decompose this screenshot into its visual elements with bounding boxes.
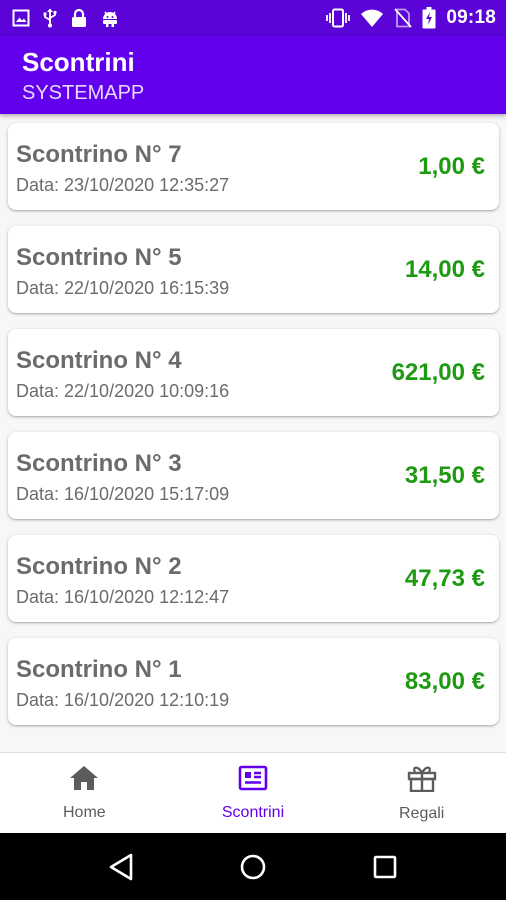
- receipt-date: Data: 22/10/2020 16:15:39: [16, 278, 230, 298]
- home-circle-icon[interactable]: [223, 842, 283, 892]
- app-subtitle: SYSTEMAPP: [22, 82, 145, 104]
- receipt-title: Scontrino N° 5: [16, 244, 182, 271]
- lock-icon: [70, 8, 88, 28]
- receipt-card[interactable]: Scontrino N° 5 Data: 22/10/2020 16:15:39…: [8, 226, 499, 313]
- receipt-title: Scontrino N° 3: [16, 450, 182, 477]
- status-bar: 09:18: [0, 0, 506, 36]
- back-icon[interactable]: [91, 842, 151, 892]
- nav-label-home: Home: [62, 803, 106, 821]
- status-right-icons: 09:18: [326, 7, 496, 29]
- bottom-navigation: Home Scontrini Regali: [0, 752, 506, 833]
- receipt-amount: 14,00 €: [404, 256, 485, 283]
- receipt-date: Data: 22/10/2020 10:09:16: [16, 381, 230, 401]
- receipt-date: Data: 16/10/2020 12:12:47: [16, 587, 230, 607]
- receipt-amount: 83,00 €: [404, 668, 485, 695]
- receipt-card[interactable]: Scontrino N° 4 Data: 22/10/2020 10:09:16…: [8, 329, 499, 416]
- android-icon: [100, 8, 120, 28]
- nav-item-regali[interactable]: Regali: [337, 753, 506, 833]
- receipt-list[interactable]: Scontrino N° 7 Data: 23/10/2020 12:35:27…: [0, 114, 506, 752]
- receipt-date: Data: 23/10/2020 12:35:27: [16, 175, 230, 195]
- receipt-amount: 47,73 €: [404, 565, 485, 592]
- receipt-date: Data: 16/10/2020 15:17:09: [16, 484, 230, 504]
- status-time: 09:18: [446, 7, 496, 28]
- app-title: Scontrini: [22, 47, 135, 77]
- receipt-title: Scontrino N° 1: [16, 656, 182, 683]
- nav-item-home[interactable]: Home: [0, 753, 169, 833]
- receipt-card[interactable]: Scontrino N° 7 Data: 23/10/2020 12:35:27…: [8, 123, 499, 210]
- battery-charging-icon: [422, 7, 436, 29]
- receipt-icon: [238, 765, 268, 796]
- usb-icon: [42, 8, 58, 28]
- vibrate-icon: [326, 8, 351, 28]
- nav-item-scontrini[interactable]: Scontrini: [169, 753, 338, 833]
- no-sim-icon: [394, 8, 413, 28]
- app-bar: Scontrini SYSTEMAPP: [0, 36, 506, 114]
- receipt-amount: 1,00 €: [418, 153, 485, 180]
- system-navigation-bar: [0, 833, 506, 900]
- recents-icon[interactable]: [355, 842, 415, 892]
- receipt-card[interactable]: Scontrino N° 3 Data: 16/10/2020 15:17:09…: [8, 432, 499, 519]
- receipt-amount: 31,50 €: [404, 462, 485, 489]
- nav-label-scontrini: Scontrini: [221, 803, 285, 821]
- receipt-card[interactable]: Scontrino N° 2 Data: 16/10/2020 12:12:47…: [8, 535, 499, 622]
- receipt-card[interactable]: Scontrino N° 1 Data: 16/10/2020 12:10:19…: [8, 638, 499, 725]
- receipt-date: Data: 16/10/2020 12:10:19: [16, 690, 230, 710]
- home-icon: [69, 765, 99, 796]
- wifi-icon: [360, 8, 384, 28]
- receipt-amount: 621,00 €: [391, 359, 485, 386]
- receipt-title: Scontrino N° 2: [16, 553, 182, 580]
- receipt-title: Scontrino N° 7: [16, 141, 182, 168]
- nav-label-regali: Regali: [399, 804, 445, 822]
- receipt-title: Scontrino N° 4: [16, 347, 182, 374]
- status-left-icons: [12, 8, 120, 28]
- image-icon: [12, 9, 30, 27]
- gift-icon: [407, 764, 437, 797]
